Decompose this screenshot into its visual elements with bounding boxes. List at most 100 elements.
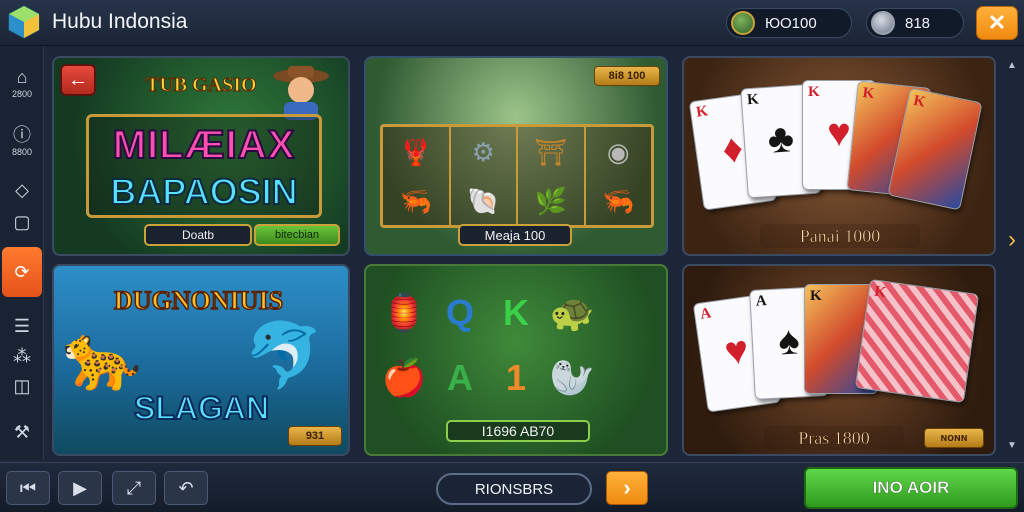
sidebar-item-list[interactable]: ☰ (0, 313, 44, 339)
play-icon: ▶ (73, 477, 87, 498)
seal-icon: 🦭 (549, 356, 595, 398)
arrow-left-icon: ← (68, 68, 88, 91)
shrimp-icon: 🦐 (602, 185, 635, 216)
diamond-icon: ◇ (15, 180, 29, 200)
sidebar-item-tools[interactable]: ⚒ (0, 419, 44, 445)
skip-back-button[interactable]: ⏮ (6, 471, 50, 505)
bet-plate[interactable]: Meaja 100 (458, 224, 572, 246)
turtle-icon: 🐢 (549, 291, 595, 333)
number-one-icon: 1 (505, 356, 527, 398)
sidebar-item-layout[interactable]: ◫ (0, 373, 44, 399)
dolphin-icon: 🐬 (244, 319, 324, 391)
sidebar-item-refresh-active[interactable]: ⟳ (2, 247, 42, 297)
card-index: K (746, 91, 760, 109)
reel: 🦞 🦐 (383, 127, 451, 225)
gold-balance-value: ЮО100 (765, 14, 817, 32)
game-title-line2: BAPAOSIN (109, 170, 298, 213)
card-index: K (695, 103, 709, 121)
app-title: Hubu Indonsia (52, 10, 188, 33)
lantern-icon: 🏮 (381, 291, 427, 333)
game-tile-1[interactable]: ← TUB GASIO MILÆIAX BAPAOSIN Doatb bitec… (52, 56, 350, 256)
lion-icon: 🐆 (62, 321, 142, 393)
fullscreen-button[interactable]: ⤢ (112, 471, 156, 505)
game-tile-5[interactable]: 🏮 Q K 🐢 🍎 A 1 🦭 I1696 AB70 (364, 264, 668, 456)
character-illustration (273, 66, 329, 120)
demo-button[interactable]: Doatb (144, 224, 252, 246)
letter-a-icon: A (447, 356, 473, 398)
coin-icon: ◉ (606, 136, 630, 167)
letter-k-icon: K (503, 291, 529, 333)
game-tile-4[interactable]: DUGNONIUIS 🐆 🐬 SLAGAN 931 (52, 264, 350, 456)
bet-badge: ɴoɴɴ (924, 428, 984, 448)
card-index: A (699, 305, 713, 323)
home-icon: ⌂ (16, 67, 28, 87)
sidebar-item-label: 8800 (11, 147, 33, 157)
top-bar: Hubu Indonsia ЮО100 818 ✕ (0, 0, 1024, 46)
game-tile-3[interactable]: K ♦ K ♣ K ♥ K K Panai 1000 (682, 56, 996, 256)
info-icon: ⓘ (13, 125, 31, 145)
browse-button[interactable]: RIONSBRS (436, 473, 592, 505)
game-logo-panel: MILÆIAX BAPAOSIN (86, 114, 322, 218)
undo-button[interactable]: ↶ (164, 471, 208, 505)
layout-icon: ◫ (13, 376, 31, 396)
expand-icon: ⤢ (126, 477, 142, 498)
card-index: A (755, 293, 768, 310)
gold-balance[interactable]: ЮО100 (726, 8, 852, 38)
sidebar-item-info[interactable]: ⓘ 8800 (0, 119, 44, 163)
reel: ◉ 🦐 (586, 127, 652, 225)
mask-icon: ⛩ (534, 136, 568, 167)
play-tile-button[interactable]: bitecbian (254, 224, 340, 246)
chevron-right-icon[interactable]: › (1004, 220, 1020, 260)
apple-icon: 🍎 (381, 356, 427, 398)
play-control-button[interactable]: ▶ (58, 471, 102, 505)
next-button[interactable]: › (606, 471, 648, 505)
leaf-icon: 🌿 (534, 185, 567, 216)
card-index: K (810, 288, 822, 304)
app-logo-icon (8, 5, 40, 39)
play-now-button[interactable]: INO AOIR (804, 467, 1018, 509)
tools-icon: ⚒ (13, 422, 31, 442)
letter-q-icon: Q (445, 291, 474, 333)
game-tile-2[interactable]: 8i8 100 🦞 🦐 ⚙ 🐚 ⛩ 🌿 ◉ 🦐 Meaja 100 (364, 56, 668, 256)
silver-balance[interactable]: 818 (866, 8, 964, 38)
coin-icon (731, 11, 755, 35)
crab-icon: 🦞 (399, 136, 432, 167)
sidebar-item-square[interactable]: ▢ (0, 209, 44, 235)
lobster-icon: 🦐 (399, 185, 432, 216)
slot-reels: 🦞 🦐 ⚙ 🐚 ⛩ 🌿 ◉ 🦐 (380, 124, 654, 228)
shell-icon: 🐚 (467, 185, 500, 216)
sidebar-item-home[interactable]: ⌂ 2800 (0, 63, 44, 103)
game-title: DUGNONIUIS (113, 285, 284, 316)
prize-plate: Pras 1800 (764, 426, 904, 450)
scroll-up-icon[interactable]: ▲ (1004, 60, 1020, 71)
sidebar-item-settings[interactable]: ⁂ (0, 343, 44, 369)
reel: ⚙ 🐚 (451, 127, 518, 225)
card-index: K (873, 283, 888, 302)
close-icon: ✕ (987, 10, 1007, 35)
bet-badge: 931 (288, 426, 342, 446)
reel: ⛩ 🌿 (518, 127, 586, 225)
card-index: K (911, 92, 927, 111)
close-button[interactable]: ✕ (976, 6, 1018, 40)
slot-grid: 🏮 Q K 🐢 🍎 A 1 🦭 (376, 280, 656, 410)
card-index: K (808, 84, 820, 100)
sidebar-item-label: 2800 (11, 89, 33, 99)
game-tile-6[interactable]: A ♥ A ♠ K K Pras 1800 ɴoɴɴ (682, 264, 996, 456)
bottom-bar: ⏮ ▶ ⤢ ↶ RIONSBRS › INO AOIR (0, 462, 1024, 512)
prize-plate: Panai 1000 (760, 224, 920, 248)
card-index: K (861, 85, 876, 103)
chevron-right-icon: › (623, 475, 631, 500)
sidebar: ⌂ 2800 ⓘ 8800 ◇ ▢ ⟳ ☰ ⁂ ◫ ⚒ (0, 47, 44, 460)
refresh-icon: ⟳ (14, 262, 30, 282)
sidebar-item-diamond[interactable]: ◇ (0, 177, 44, 203)
scroll-down-icon[interactable]: ▼ (1004, 440, 1020, 451)
settings-icon: ⁂ (13, 346, 31, 366)
silver-balance-value: 818 (905, 14, 931, 32)
list-icon: ☰ (13, 316, 31, 336)
bet-plate[interactable]: I1696 AB70 (446, 420, 590, 442)
undo-icon: ↶ (178, 477, 194, 498)
back-button[interactable]: ← (60, 64, 96, 96)
robot-icon: ⚙ (471, 136, 495, 167)
game-subtitle: TUB GASIO (146, 74, 258, 97)
game-title-line1: MILÆIAX (112, 122, 296, 168)
